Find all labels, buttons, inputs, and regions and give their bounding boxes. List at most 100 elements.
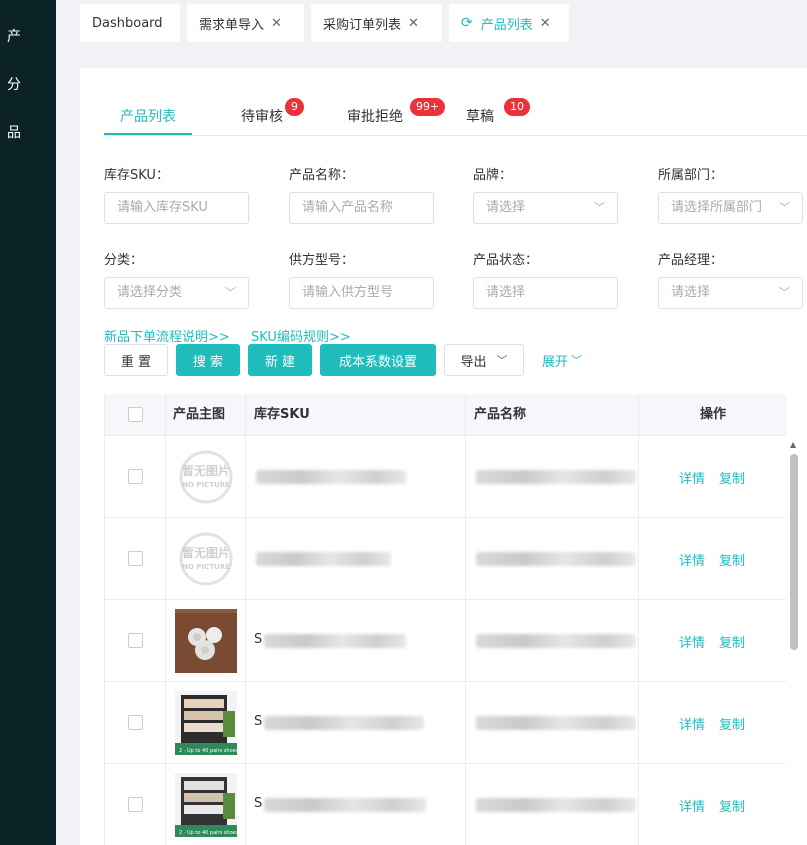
svg-text:2 · Up to 40 pairs shoes: 2 · Up to 40 pairs shoes	[179, 748, 237, 754]
count-badge: 10	[504, 98, 530, 116]
page-tabs-bar: Dashboard 需求单导入 ✕ 采购订单列表 ✕ ⟳ 产品列表 ✕	[56, 0, 807, 48]
new-product-flow-link[interactable]: 新品下单流程说明>>	[104, 326, 230, 345]
sku-input[interactable]: 请输入库存SKU	[104, 192, 249, 224]
sidebar-item-category[interactable]: 分	[7, 74, 21, 94]
close-icon[interactable]: ✕	[540, 16, 551, 31]
sku-prefix: S	[254, 632, 263, 647]
copy-link[interactable]: 复制	[719, 468, 745, 487]
row-checkbox[interactable]	[128, 633, 143, 648]
select-all-checkbox[interactable]	[128, 407, 143, 422]
redacted-sku	[264, 716, 424, 730]
status-select-placeholder: 请选择	[486, 285, 526, 300]
tab-purchase-orders[interactable]: 采购订单列表 ✕	[311, 4, 442, 42]
dept-filter-label: 所属部门：	[658, 168, 724, 183]
detail-link[interactable]: 详情	[679, 714, 705, 733]
table-scrollbar[interactable]: ▲	[786, 436, 807, 845]
col-main-image: 产品主图	[166, 394, 246, 436]
sku-input-placeholder: 请输入库存SKU	[117, 200, 208, 215]
supplier-model-input[interactable]: 请输入供方型号	[289, 277, 434, 309]
redacted-product-name	[476, 470, 636, 484]
copy-link[interactable]: 复制	[719, 714, 745, 733]
product-thumbnail[interactable]: 2 · Up to 40 pairs shoes	[175, 773, 237, 837]
model-input-placeholder: 请输入供方型号	[302, 285, 394, 300]
status-select[interactable]: 请选择	[473, 277, 618, 309]
chevron-down-icon: ﹀	[496, 354, 508, 367]
product-name-input[interactable]: 请输入产品名称	[289, 192, 434, 224]
subtab-rejected[interactable]: 审批拒绝 99+	[347, 98, 446, 126]
status-filter-label: 产品状态：	[473, 253, 539, 268]
brand-filter-label: 品牌：	[473, 168, 513, 183]
sidebar-item-brand[interactable]: 品	[7, 122, 21, 142]
expand-filters-button[interactable]: 展开 ﹀	[532, 344, 592, 376]
chevron-down-icon: ﹀	[225, 286, 236, 299]
chevron-down-icon: ﹀	[779, 286, 790, 299]
redacted-product-name	[476, 552, 636, 566]
sku-prefix: S	[254, 714, 263, 729]
copy-link[interactable]: 复制	[719, 796, 745, 815]
copy-link[interactable]: 复制	[719, 550, 745, 569]
dept-select[interactable]: 请选择所属部门 ﹀	[658, 192, 803, 224]
row-checkbox[interactable]	[128, 551, 143, 566]
cost-coefficient-button[interactable]: 成本系数设置	[320, 344, 436, 376]
no-picture-cn: 暂无图片	[182, 545, 230, 560]
subtab-label: 待审核	[241, 109, 283, 125]
category-select[interactable]: 请选择分类 ﹀	[104, 277, 249, 309]
svg-text:2 · Up to 40 pairs shoes: 2 · Up to 40 pairs shoes	[179, 830, 237, 836]
tab-product-list[interactable]: ⟳ 产品列表 ✕	[449, 4, 569, 42]
table-row: 暂无图片 NO PICTURE 详情 复制	[105, 436, 787, 518]
export-dropdown-button[interactable]: 导出 ﹀	[444, 344, 524, 376]
col-sku: 库存SKU	[246, 394, 466, 436]
manager-select-placeholder: 请选择	[671, 285, 711, 300]
scroll-up-icon[interactable]: ▲	[790, 440, 796, 449]
sidebar: 产 分 品	[0, 0, 56, 845]
brand-select[interactable]: 请选择 ﹀	[473, 192, 618, 224]
subtab-label: 审批拒绝	[347, 109, 403, 125]
reset-button[interactable]: 重 置	[104, 344, 168, 376]
count-badge: 9	[285, 98, 304, 116]
redacted-sku	[264, 634, 406, 648]
detail-link[interactable]: 详情	[679, 550, 705, 569]
name-input-placeholder: 请输入产品名称	[302, 200, 394, 215]
sku-rule-link[interactable]: SKU编码规则>>	[251, 326, 351, 345]
row-checkbox[interactable]	[128, 715, 143, 730]
category-filter-label: 分类：	[104, 253, 144, 268]
subtab-pending-review[interactable]: 待审核 9	[241, 98, 304, 126]
name-filter-label: 产品名称：	[289, 168, 355, 183]
detail-link[interactable]: 详情	[679, 796, 705, 815]
product-thumbnail[interactable]: 2 · Up to 40 pairs shoes	[175, 691, 237, 755]
copy-link[interactable]: 复制	[719, 632, 745, 651]
redacted-product-name	[476, 634, 636, 648]
chevron-down-icon: ﹀	[779, 201, 790, 214]
redacted-product-name	[476, 716, 636, 730]
redacted-product-name	[476, 798, 636, 812]
manager-select[interactable]: 请选择 ﹀	[658, 277, 803, 309]
tab-dashboard[interactable]: Dashboard	[80, 4, 180, 42]
scrollbar-thumb[interactable]	[790, 454, 798, 650]
model-filter-label: 供方型号：	[289, 253, 355, 268]
close-icon[interactable]: ✕	[271, 16, 282, 31]
subtab-product-list[interactable]: 产品列表	[120, 106, 176, 126]
close-icon[interactable]: ✕	[408, 16, 419, 31]
table-row: S 详情 复制	[105, 600, 787, 682]
no-picture-placeholder: 暂无图片 NO PICTURE	[179, 532, 233, 586]
table-row: 2 · Up to 40 pairs shoes S 详情 复制	[105, 682, 787, 764]
expand-label: 展开	[541, 354, 568, 370]
table-header: 产品主图 库存SKU 产品名称 操作	[105, 394, 787, 436]
search-button[interactable]: 搜 索	[176, 344, 240, 376]
table-row: 2 · Up to 40 pairs shoes S 详情 复制	[105, 764, 787, 845]
product-table: 产品主图 库存SKU 产品名称 操作 暂无图片 NO PICTURE 详情 复制	[104, 394, 787, 845]
tab-demand-import[interactable]: 需求单导入 ✕	[187, 4, 304, 42]
refresh-icon[interactable]: ⟳	[461, 15, 473, 31]
detail-link[interactable]: 详情	[679, 632, 705, 651]
subtab-drafts[interactable]: 草稿 10	[466, 98, 530, 126]
product-thumbnail[interactable]	[175, 609, 237, 673]
detail-link[interactable]: 详情	[679, 468, 705, 487]
no-picture-en: NO PICTURE	[182, 563, 230, 571]
tab-label: 需求单导入	[199, 17, 265, 33]
row-checkbox[interactable]	[128, 797, 143, 812]
row-checkbox[interactable]	[128, 469, 143, 484]
sidebar-item-product[interactable]: 产	[7, 26, 21, 46]
no-picture-cn: 暂无图片	[182, 463, 230, 478]
manager-filter-label: 产品经理：	[658, 253, 724, 268]
create-button[interactable]: 新 建	[248, 344, 312, 376]
